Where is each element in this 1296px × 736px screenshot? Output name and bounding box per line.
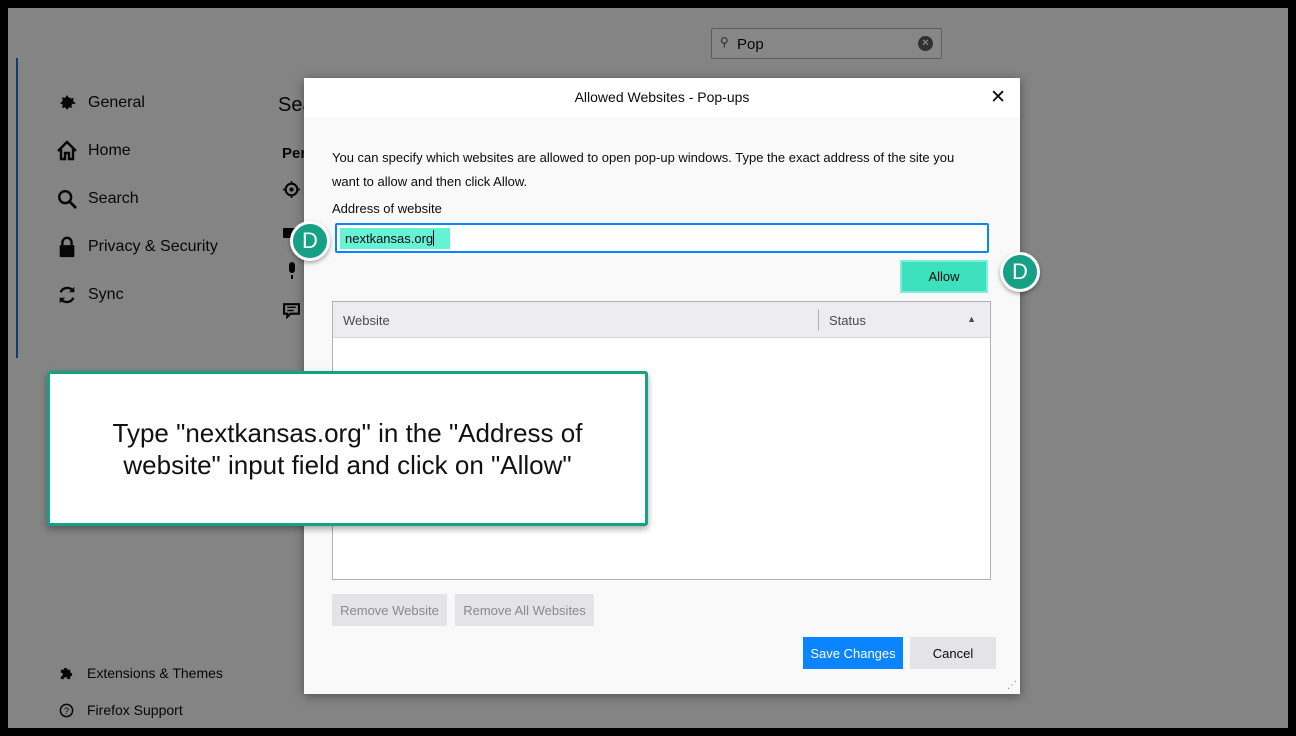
browser-window: ⚲ Pop × General Home Search Privacy & Se… xyxy=(8,8,1288,728)
table-header: Website Status ▲ xyxy=(333,302,990,338)
dialog-titlebar: Allowed Websites - Pop-ups ✕ xyxy=(304,78,1020,118)
cancel-button[interactable]: Cancel xyxy=(910,637,996,669)
dialog-title: Allowed Websites - Pop-ups xyxy=(574,89,750,105)
step-badge-allow: D xyxy=(1000,252,1040,292)
column-header-status[interactable]: Status xyxy=(829,313,866,328)
address-input-value: nextkansas.org xyxy=(345,231,434,246)
save-changes-button[interactable]: Save Changes xyxy=(803,637,903,669)
dialog-description: You can specify which websites are allow… xyxy=(332,150,955,189)
sort-ascending-icon: ▲ xyxy=(967,314,976,324)
instruction-callout: Type "nextkansas.org" in the "Address of… xyxy=(47,371,648,526)
remove-all-websites-button[interactable]: Remove All Websites xyxy=(455,594,594,626)
resize-grip-icon[interactable]: ⋰ xyxy=(1007,680,1017,691)
allow-button[interactable]: Allow xyxy=(900,260,988,293)
step-badge-input: D xyxy=(290,221,330,261)
address-input[interactable]: nextkansas.org xyxy=(335,223,989,253)
instruction-text: Type "nextkansas.org" in the "Address of… xyxy=(112,417,583,480)
column-header-website[interactable]: Website xyxy=(343,313,390,328)
column-divider[interactable] xyxy=(818,309,819,331)
close-icon[interactable]: ✕ xyxy=(990,86,1006,109)
address-label: Address of website xyxy=(332,201,442,216)
remove-website-button[interactable]: Remove Website xyxy=(332,594,447,626)
text-caret xyxy=(433,230,434,246)
